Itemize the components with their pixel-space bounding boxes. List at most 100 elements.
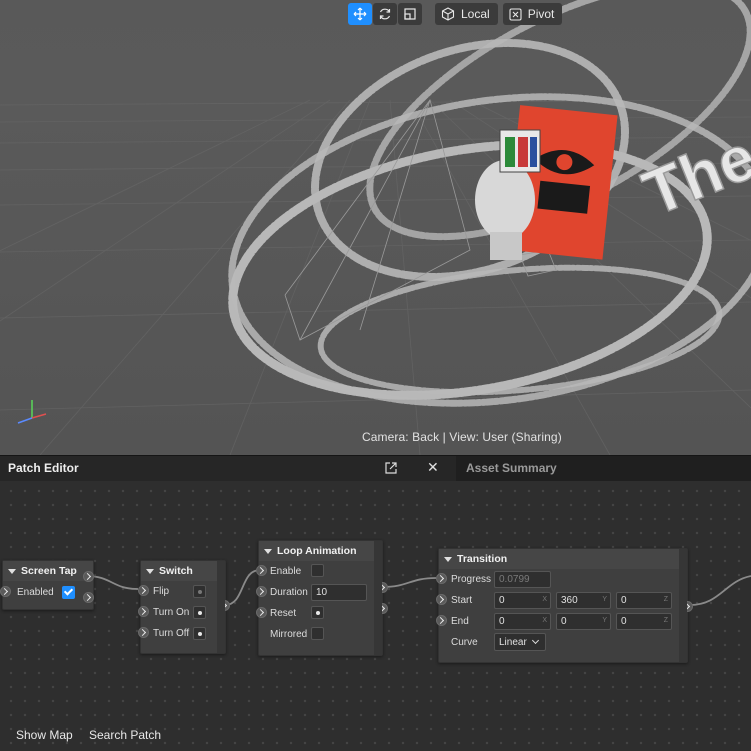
turn-off-pulse[interactable] [193, 627, 206, 640]
scale-tool-button[interactable] [398, 3, 422, 25]
progress-field[interactable]: 0.0799 [494, 571, 551, 588]
scale-icon [404, 8, 416, 20]
enabled-checkbox[interactable] [61, 585, 75, 599]
cube-icon [441, 7, 455, 21]
input-port[interactable] [138, 627, 149, 638]
mirrored-row: Mirrored [270, 625, 307, 643]
start-x-field[interactable]: 0X [494, 592, 551, 609]
tab-patch-editor-label: Patch Editor [8, 461, 79, 475]
transition-title: Transition [457, 553, 508, 565]
start-label: Start [451, 594, 473, 606]
axis-z-label: Z [663, 596, 668, 603]
rotate-tool-button[interactable] [373, 3, 397, 25]
close-icon[interactable]: ✕ [427, 459, 439, 476]
end-x-field[interactable]: 0X [494, 613, 551, 630]
patch-loop-animation[interactable]: Loop Animation Enable Duration 10 Reset … [256, 540, 388, 656]
pivot-label: Pivot [527, 7, 555, 21]
collapse-icon[interactable] [444, 556, 452, 562]
patch-editor-canvas[interactable]: Screen Tap Enabled Switch Flip Turn On T… [0, 481, 751, 751]
input-port[interactable] [256, 586, 267, 597]
patch-transition[interactable]: Transition Progress 0.0799 Start 0X 360 Y… [436, 548, 693, 663]
patch-side [374, 541, 382, 655]
end-z-value: 0 [621, 616, 627, 627]
enabled-row: Enabled [17, 583, 75, 601]
patch-title: Transition [439, 549, 687, 569]
axis-z-label: Z [663, 617, 668, 624]
patch-switch[interactable]: Switch Flip Turn On Turn Off [138, 560, 230, 654]
axis-y-label: Y [602, 617, 607, 624]
pivot-button[interactable]: Pivot [502, 3, 563, 25]
end-y-field[interactable]: 0Y [556, 613, 611, 630]
end-x-value: 0 [499, 616, 505, 627]
transform-mode-group [348, 3, 422, 25]
local-space-button[interactable]: Local [435, 3, 498, 25]
input-port[interactable] [436, 594, 447, 605]
duration-label: Duration [270, 586, 308, 598]
end-z-field[interactable]: 0Z [616, 613, 672, 630]
collapse-icon[interactable] [264, 548, 272, 554]
duration-row: Duration [270, 583, 308, 601]
input-port[interactable] [256, 565, 267, 576]
scene-canvas: The [0, 0, 751, 455]
flip-pulse[interactable] [193, 585, 206, 598]
input-port[interactable] [436, 615, 447, 626]
end-label: End [451, 615, 469, 627]
start-x-value: 0 [499, 595, 505, 606]
start-y-value: 360 [561, 595, 578, 606]
reset-pulse[interactable] [311, 606, 324, 619]
local-space-label: Local [461, 7, 490, 21]
curve-label: Curve [451, 636, 478, 648]
axis-x-label: X [542, 617, 547, 624]
output-port[interactable] [83, 571, 94, 582]
move-icon [353, 7, 367, 21]
curve-select[interactable]: Linear [494, 633, 546, 651]
input-port[interactable] [256, 607, 267, 618]
mirrored-checkbox[interactable] [311, 627, 324, 640]
pivot-icon [509, 7, 522, 21]
popout-icon[interactable] [384, 461, 398, 475]
flip-label: Flip [153, 585, 170, 597]
patch-title: Switch [141, 561, 225, 581]
reset-row: Reset [270, 604, 296, 622]
end-row: End [451, 612, 469, 630]
turn-on-row: Turn On [153, 603, 189, 621]
input-port[interactable] [138, 606, 149, 617]
curve-row: Curve [451, 633, 478, 651]
turn-off-row: Turn Off [153, 624, 189, 642]
turn-off-label: Turn Off [153, 627, 190, 639]
enable-checkbox[interactable] [311, 564, 324, 577]
progress-row: Progress [451, 570, 491, 588]
start-y-field[interactable]: 360 Y [556, 592, 611, 609]
axis-y-label: Y [602, 596, 607, 603]
rotate-icon [379, 8, 391, 20]
input-port[interactable] [0, 586, 11, 597]
move-tool-button[interactable] [348, 3, 372, 25]
patch-side [679, 549, 687, 662]
tab-patch-editor[interactable]: Patch Editor ✕ [0, 456, 456, 482]
flip-row: Flip [153, 582, 169, 600]
search-patch-button[interactable]: Search Patch [89, 728, 161, 742]
loop-animation-title: Loop Animation [277, 545, 357, 557]
collapse-icon[interactable] [146, 568, 154, 574]
start-z-value: 0 [621, 595, 627, 606]
output-port[interactable] [83, 592, 94, 603]
collapse-icon[interactable] [8, 568, 16, 574]
turn-on-pulse[interactable] [193, 606, 206, 619]
scene-text: The [633, 120, 751, 229]
start-row: Start [451, 591, 472, 609]
turn-on-label: Turn On [153, 606, 190, 618]
progress-label: Progress [451, 573, 492, 585]
chevron-down-icon [531, 636, 539, 645]
scene-viewport[interactable]: The Local Pivot Camera: Back | View: Use… [0, 0, 751, 455]
show-map-button[interactable]: Show Map [16, 728, 73, 742]
patch-screen-tap[interactable]: Screen Tap Enabled [0, 560, 94, 610]
duration-field[interactable]: 10 [311, 584, 367, 601]
input-port[interactable] [436, 573, 447, 584]
input-port[interactable] [138, 585, 149, 596]
start-z-field[interactable]: 0Z [616, 592, 672, 609]
tab-asset-summary[interactable]: Asset Summary [466, 461, 557, 475]
mirrored-label: Mirrored [270, 628, 308, 640]
curve-value: Linear [499, 636, 527, 648]
screen-tap-title: Screen Tap [21, 565, 77, 577]
panel-tab-bar: Patch Editor ✕ Asset Summary [0, 455, 751, 482]
